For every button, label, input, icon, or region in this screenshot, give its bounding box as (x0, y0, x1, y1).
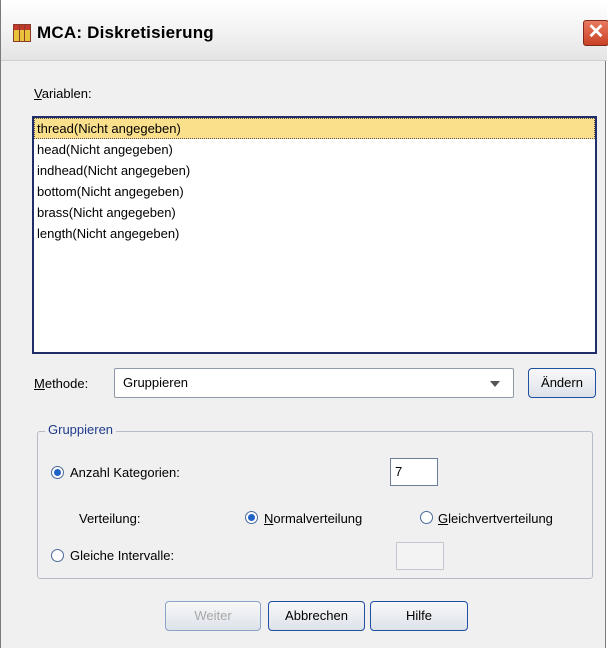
weiter-button[interactable]: Weiter (165, 601, 261, 631)
list-item[interactable]: head(Nicht angegeben) (34, 139, 595, 160)
anzahl-kategorien-input[interactable]: 7 (390, 458, 438, 486)
normalverteilung-radio[interactable] (245, 511, 258, 524)
method-select-value: Gruppieren (123, 375, 189, 390)
variables-label: Variablen: (34, 86, 92, 101)
gleichverteilung-radio[interactable] (420, 511, 433, 524)
list-item[interactable]: brass(Nicht angegeben) (34, 202, 595, 223)
method-label: Methode: (34, 376, 89, 391)
method-select[interactable]: Gruppieren (114, 368, 514, 398)
list-item[interactable]: thread(Nicht angegeben) (34, 118, 595, 139)
variables-list[interactable]: thread(Nicht angegeben) head(Nicht angeg… (32, 116, 597, 354)
gleiche-intervalle-radio[interactable] (51, 549, 64, 562)
list-item[interactable]: length(Nicht angegeben) (34, 223, 595, 244)
abbrechen-button[interactable]: Abbrechen (268, 601, 365, 631)
title-bar[interactable]: MCA: Diskretisierung ✕ (1, 0, 608, 61)
list-item[interactable]: indhead(Nicht angegeben) (34, 160, 595, 181)
window-title: MCA: Diskretisierung (37, 23, 214, 42)
verteilung-label: Verteilung: (79, 511, 141, 526)
gleiche-intervalle-input[interactable] (396, 542, 444, 570)
gleichverteilung-label: Gleichvertverteilung (438, 511, 553, 526)
normalverteilung-label: Normalverteilung (264, 511, 363, 526)
list-item[interactable]: bottom(Nicht angegeben) (34, 181, 595, 202)
gleiche-intervalle-label: Gleiche Intervalle: (70, 548, 175, 563)
grouping-groupbox-title: Gruppieren (45, 422, 117, 437)
app-table-icon (13, 24, 31, 42)
chevron-down-icon[interactable] (490, 381, 500, 387)
close-button[interactable]: ✕ (583, 20, 608, 46)
anzahl-kategorien-radio[interactable] (51, 466, 64, 479)
anzahl-kategorien-label: Anzahl Kategorien: (70, 465, 180, 480)
hilfe-button[interactable]: Hilfe (370, 601, 468, 631)
change-button[interactable]: Ändern (528, 368, 596, 398)
mca-discretization-dialog: MCA: Diskretisierung ✕ Variablen: thread… (0, 0, 608, 648)
